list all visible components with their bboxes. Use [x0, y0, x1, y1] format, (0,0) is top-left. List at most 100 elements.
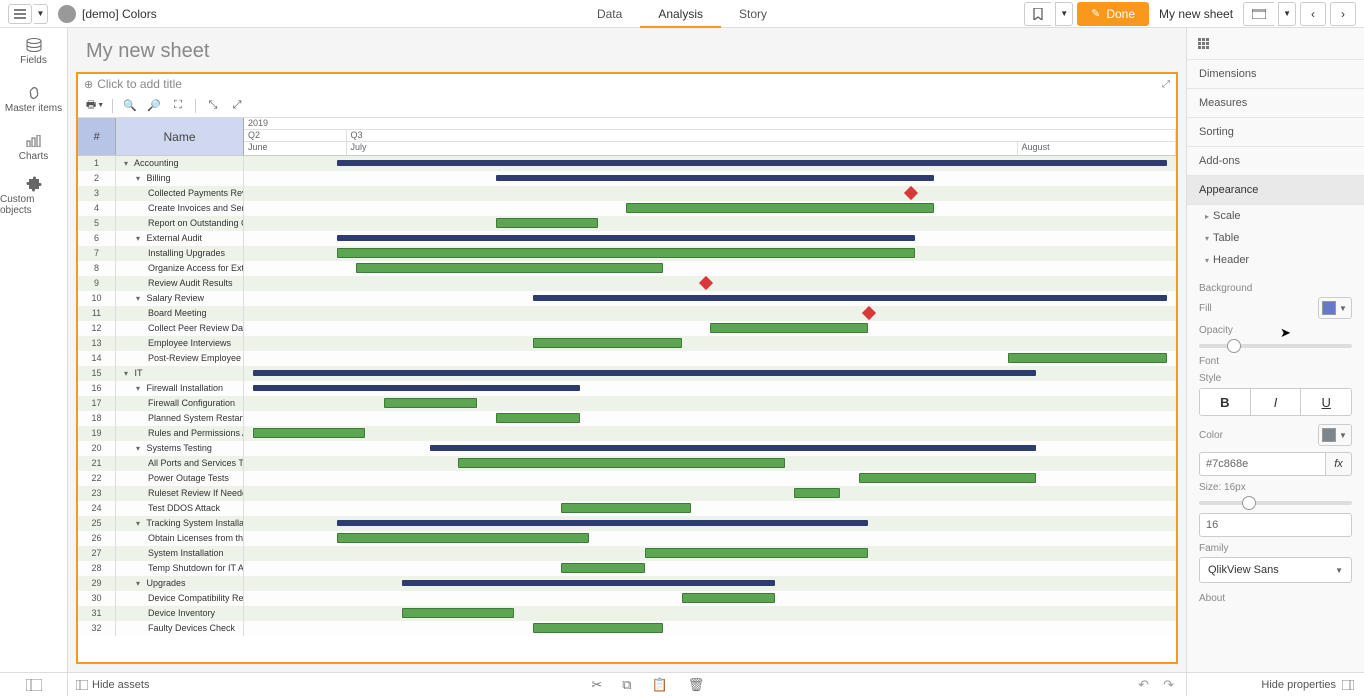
size-input[interactable]	[1199, 513, 1352, 537]
gantt-row[interactable]: 13Employee Interviews	[78, 336, 1176, 351]
sidebar-charts[interactable]: Charts	[0, 124, 67, 172]
gantt-bar[interactable]	[682, 593, 775, 603]
opacity-slider[interactable]	[1199, 344, 1352, 348]
gantt-row[interactable]: 21All Ports and Services Test	[78, 456, 1176, 471]
undo-button[interactable]: ↶	[1138, 677, 1149, 693]
bold-button[interactable]: B	[1200, 389, 1251, 415]
gantt-row[interactable]: 23Ruleset Review If Needed	[78, 486, 1176, 501]
sidebar-custom-objects[interactable]: Custom objects	[0, 172, 67, 220]
gantt-row[interactable]: 7Installing Upgrades	[78, 246, 1176, 261]
done-button[interactable]: ✎ Done	[1077, 2, 1149, 26]
gantt-row[interactable]: 26Obtain Licenses from the V	[78, 531, 1176, 546]
gantt-row[interactable]: 29▾ Upgrades	[78, 576, 1176, 591]
gantt-row[interactable]: 9Review Audit Results	[78, 276, 1176, 291]
gantt-bar[interactable]	[253, 385, 579, 391]
tab-story[interactable]: Story	[721, 0, 785, 28]
size-slider[interactable]	[1199, 501, 1352, 505]
sub-header[interactable]: ▾Header	[1187, 249, 1364, 271]
gantt-bar[interactable]	[794, 488, 841, 498]
gantt-bar[interactable]	[337, 520, 868, 526]
bookmark-caret[interactable]: ▼	[1055, 2, 1073, 26]
redo-button[interactable]: ↷	[1163, 677, 1174, 693]
gantt-bar[interactable]	[253, 428, 365, 438]
bookmark-button[interactable]	[1024, 2, 1051, 26]
accordion-measures[interactable]: Measures	[1187, 89, 1364, 118]
zoom-out-button[interactable]: 🔎	[143, 97, 165, 115]
table-icon[interactable]	[1197, 38, 1211, 50]
milestone-diamond[interactable]	[699, 276, 713, 290]
expand-icon[interactable]: ⤢	[1162, 79, 1170, 90]
sidebar-fields[interactable]: Fields	[0, 28, 67, 76]
gantt-row[interactable]: 20▾ Systems Testing	[78, 441, 1176, 456]
tab-analysis[interactable]: Analysis	[640, 0, 721, 28]
sheet-caret[interactable]: ▼	[1278, 2, 1296, 26]
gantt-row[interactable]: 22Power Outage Tests	[78, 471, 1176, 486]
gantt-bar[interactable]	[337, 235, 915, 241]
gantt-bar[interactable]	[458, 458, 784, 468]
fx-button[interactable]: fx	[1326, 452, 1352, 476]
gantt-row[interactable]: 2▾ Billing	[78, 171, 1176, 186]
gantt-row[interactable]: 1▾ Accounting	[78, 156, 1176, 171]
fill-color-button[interactable]: ▼	[1318, 297, 1352, 319]
assets-toggle-icon[interactable]	[26, 679, 42, 691]
gantt-row[interactable]: 30Device Compatibility Revie	[78, 591, 1176, 606]
font-family-select[interactable]: QlikView Sans ▼	[1199, 557, 1352, 583]
panel-right-icon[interactable]	[1342, 680, 1354, 690]
milestone-diamond[interactable]	[862, 306, 876, 320]
gantt-body[interactable]: 1▾ Accounting2▾ Billing3Collected Paymen…	[78, 156, 1176, 662]
gantt-bar[interactable]	[561, 503, 691, 513]
gantt-bar[interactable]	[253, 370, 1036, 376]
zoom-fit-button[interactable]: ⛶	[167, 97, 189, 115]
tab-data[interactable]: Data	[579, 0, 640, 28]
gantt-bar[interactable]	[496, 413, 580, 423]
column-number-header[interactable]: #	[78, 118, 116, 155]
hide-assets-button[interactable]: Hide assets	[68, 679, 157, 691]
slider-handle[interactable]	[1227, 339, 1241, 353]
gantt-bar[interactable]	[561, 563, 645, 573]
accordion-addons[interactable]: Add-ons	[1187, 147, 1364, 176]
gantt-bar[interactable]	[859, 473, 1036, 483]
gantt-bar[interactable]	[626, 203, 934, 213]
gantt-bar[interactable]	[710, 323, 868, 333]
gantt-row[interactable]: 3Collected Payments Review	[78, 186, 1176, 201]
gantt-row[interactable]: 15▾ IT	[78, 366, 1176, 381]
gantt-row[interactable]: 14Post-Review Employee Int	[78, 351, 1176, 366]
gantt-bar[interactable]	[533, 623, 663, 633]
milestone-diamond[interactable]	[904, 186, 918, 200]
hide-properties-label[interactable]: Hide properties	[1261, 679, 1336, 691]
gantt-row[interactable]: 16▾ Firewall Installation	[78, 381, 1176, 396]
gantt-bar[interactable]	[337, 160, 1166, 166]
italic-button[interactable]: I	[1251, 389, 1302, 415]
font-color-button[interactable]: ▼	[1318, 424, 1352, 446]
gantt-bar[interactable]	[533, 295, 1167, 301]
sub-table[interactable]: ▾Table	[1187, 227, 1364, 249]
gantt-row[interactable]: 31Device Inventory	[78, 606, 1176, 621]
gantt-row[interactable]: 10▾ Salary Review	[78, 291, 1176, 306]
sheet-title[interactable]: My new sheet	[68, 28, 1186, 71]
gantt-row[interactable]: 32Faulty Devices Check	[78, 621, 1176, 636]
menu-button[interactable]	[8, 4, 32, 24]
prev-sheet-button[interactable]: ‹	[1300, 2, 1326, 26]
gantt-row[interactable]: 25▾ Tracking System Installation	[78, 516, 1176, 531]
gantt-row[interactable]: 6▾ External Audit	[78, 231, 1176, 246]
gantt-row[interactable]: 27System Installation	[78, 546, 1176, 561]
accordion-appearance[interactable]: Appearance	[1187, 176, 1364, 205]
column-name-header[interactable]: Name	[116, 118, 244, 155]
menu-caret[interactable]: ▼	[34, 4, 48, 24]
gantt-row[interactable]: 12Collect Peer Review Data	[78, 321, 1176, 336]
gantt-bar[interactable]	[430, 445, 1036, 451]
print-button[interactable]: 🖶▼	[84, 97, 106, 115]
zoom-in-button[interactable]: 🔍	[119, 97, 141, 115]
gantt-bar[interactable]	[402, 580, 775, 586]
gantt-row[interactable]: 5Report on Outstanding Co	[78, 216, 1176, 231]
delete-button[interactable]: 🗑	[688, 677, 705, 693]
gantt-row[interactable]: 4Create Invoices and Send	[78, 201, 1176, 216]
collapse-all-button[interactable]: ⤢	[226, 97, 248, 115]
slider-handle[interactable]	[1242, 496, 1256, 510]
accordion-sorting[interactable]: Sorting	[1187, 118, 1364, 147]
gantt-bar[interactable]	[645, 548, 869, 558]
gantt-bar[interactable]	[384, 398, 477, 408]
gantt-bar[interactable]	[337, 533, 589, 543]
next-sheet-button[interactable]: ›	[1330, 2, 1356, 26]
cut-button[interactable]: ✂	[591, 677, 602, 693]
